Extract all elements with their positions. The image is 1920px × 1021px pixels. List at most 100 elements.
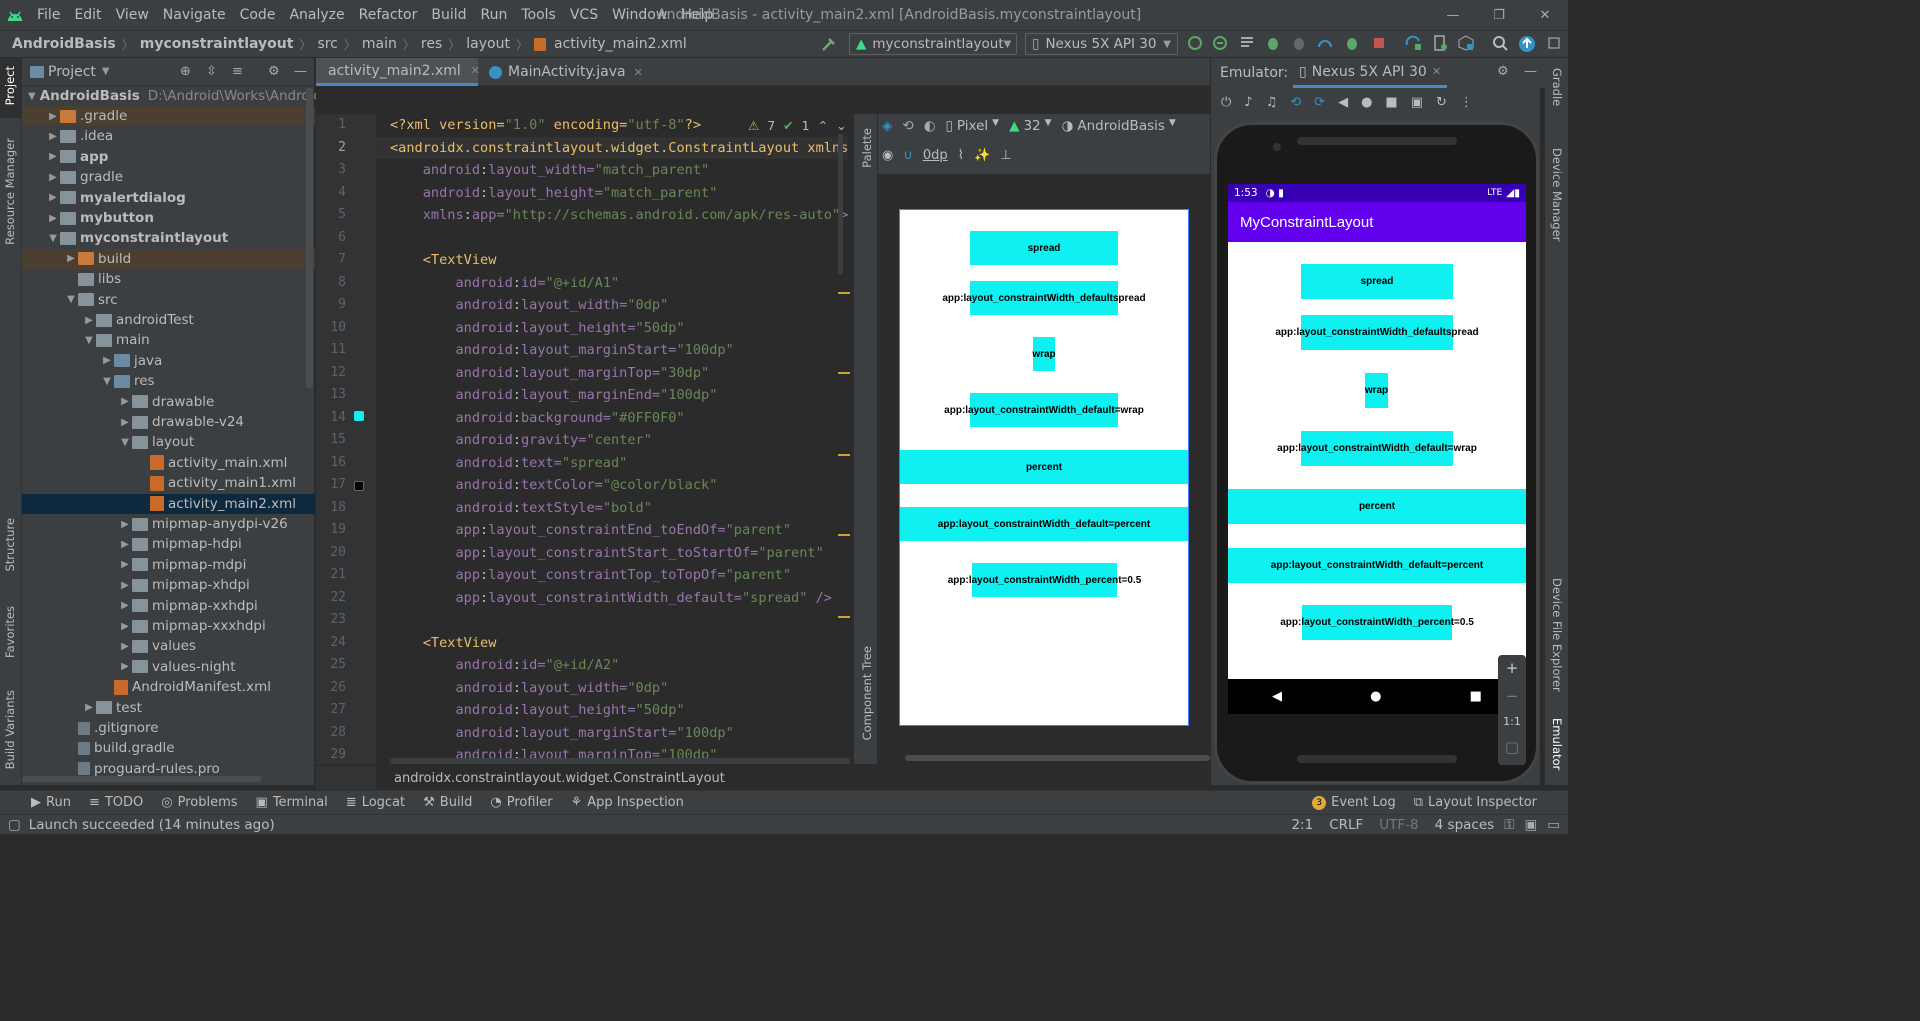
project-title[interactable]: Project — [48, 64, 96, 80]
recents-icon[interactable]: ■ — [1470, 689, 1482, 704]
tree-item[interactable]: ▶ .gradle — [22, 106, 315, 126]
tab-mainactivity[interactable]: MainActivity.java ✕ — [481, 58, 651, 86]
menu-edit[interactable]: Edit — [67, 0, 108, 30]
power-icon[interactable]: ⏻ — [1221, 95, 1231, 110]
tree-item-root[interactable]: ▼ AndroidBasis D:\Android\Works\Android — [22, 86, 322, 106]
tree-item[interactable]: activity_main1.xml — [22, 473, 315, 493]
arrow-up-icon[interactable]: ⌃ — [818, 118, 828, 133]
avd-manager-icon[interactable] — [1432, 35, 1450, 53]
menu-vcs[interactable]: VCS — [563, 0, 605, 30]
tree-item[interactable]: ▶ drawable — [22, 392, 315, 412]
attach-icon[interactable] — [1344, 35, 1362, 53]
chevron-right-icon[interactable]: ▶ — [118, 641, 132, 652]
tree-item[interactable]: ▶ drawable-v24 — [22, 412, 315, 432]
tree-item[interactable]: ▶ app — [22, 147, 315, 167]
chevron-right-icon[interactable]: ▶ — [46, 213, 60, 224]
gear-icon[interactable]: ⚙ — [268, 64, 280, 79]
tool-profiler[interactable]: ◔ Profiler — [481, 795, 561, 810]
phone-box-wrap[interactable]: wrap — [1365, 373, 1388, 408]
tree-item[interactable]: .gitignore — [22, 718, 315, 738]
breadcrumb-item[interactable]: layout — [462, 36, 514, 52]
attach-debugger-icon[interactable] — [1291, 35, 1309, 53]
chevron-right-icon[interactable]: ▶ — [46, 192, 60, 203]
phone-box-spread-default[interactable]: app:layout_constraintWidth_defaultspread — [1275, 315, 1479, 350]
color-preview-icon[interactable] — [354, 411, 364, 421]
xml-breadcrumb-item[interactable]: androidx.constraintlayout.widget.Constra… — [394, 771, 725, 786]
tree-item[interactable]: ▶ values — [22, 636, 315, 656]
editor-horizontal-scrollbar[interactable] — [390, 758, 850, 764]
tree-item[interactable]: ▶ myalertdialog — [22, 188, 315, 208]
breadcrumb-item[interactable]: res — [417, 36, 446, 52]
rotate-left-icon[interactable]: ⟲ — [1290, 95, 1301, 110]
hide-panel-icon[interactable]: — — [1524, 64, 1537, 79]
chevron-right-icon[interactable]: ▶ — [118, 580, 132, 591]
tree-item[interactable]: ▼ res — [22, 371, 315, 391]
chevron-right-icon[interactable]: ▶ — [118, 661, 132, 672]
tool-event-log[interactable]: 3 Event Log — [1303, 795, 1405, 810]
preview-box-spread[interactable]: spread — [970, 231, 1118, 265]
tool-layout-inspector[interactable]: ⧉ Layout Inspector — [1405, 795, 1546, 810]
tree-item[interactable]: build.gradle — [22, 738, 315, 758]
tab-build-variants[interactable]: Build Variants — [3, 690, 17, 769]
menu-build[interactable]: Build — [424, 0, 473, 30]
layers-icon[interactable]: ◈ — [882, 118, 892, 134]
more-icon[interactable]: ⋮ — [1460, 95, 1473, 110]
tree-item[interactable]: ▶ values-night — [22, 657, 315, 677]
tree-item[interactable]: ▶ gradle — [22, 167, 315, 187]
restore-icon[interactable]: ❐ — [1476, 0, 1522, 30]
tree-item[interactable]: libs — [22, 269, 315, 289]
camera-icon[interactable]: ▣ — [1411, 95, 1423, 110]
apply-changes-icon[interactable] — [1187, 35, 1205, 53]
tab-gradle[interactable]: Gradle — [1550, 68, 1564, 106]
line-separator[interactable]: CRLF — [1329, 817, 1363, 833]
zoom-in-icon[interactable]: + — [1506, 659, 1519, 677]
preview-box-spread-default[interactable]: app:layout_constraintWidth_defaultspread — [942, 281, 1146, 315]
preview-box-wrap[interactable]: wrap — [1032, 337, 1056, 371]
tree-item[interactable]: ▶ build — [22, 248, 315, 269]
tool-terminal[interactable]: ▣ Terminal — [247, 795, 337, 810]
device-selector[interactable]: ▯ Pixel ▼ — [945, 118, 999, 134]
tree-item[interactable]: ▶ test — [22, 698, 315, 718]
chevron-right-icon[interactable]: ▶ — [118, 539, 132, 550]
menu-code[interactable]: Code — [233, 0, 283, 30]
overflow-icon[interactable] — [1546, 35, 1564, 53]
menu-tools[interactable]: Tools — [514, 0, 563, 30]
tree-item[interactable]: activity_main2.xml — [22, 493, 315, 514]
preview-box-percent[interactable]: percent — [900, 450, 1188, 484]
phone-box-percent[interactable]: percent — [1228, 489, 1526, 524]
collapse-all-icon[interactable]: ≡ — [232, 64, 243, 79]
back-icon[interactable]: ◀ — [1272, 689, 1282, 704]
inspection-widget[interactable]: ⚠ 7 ✔ 1 ⌃ ⌄ — [748, 118, 847, 133]
tool-problems[interactable]: ◎ Problems — [152, 795, 246, 810]
chevron-right-icon[interactable]: ▶ — [118, 519, 132, 530]
rotate-right-icon[interactable]: ⟳ — [1314, 95, 1325, 110]
search-icon[interactable] — [1492, 35, 1510, 53]
clear-constraints-icon[interactable]: ⌇ — [958, 148, 964, 163]
breadcrumb-item[interactable]: AndroidBasis — [8, 36, 120, 52]
chevron-right-icon[interactable]: ▶ — [46, 111, 60, 122]
memory-icon[interactable]: ▣ — [1524, 817, 1537, 833]
device-dropdown[interactable]: ▯ Nexus 5X API 30 ▼ — [1025, 33, 1178, 55]
zoom-fit-icon[interactable]: ▢ — [1505, 738, 1519, 756]
overview-icon[interactable]: ■ — [1385, 95, 1397, 110]
tree-item[interactable]: ▶ mipmap-hdpi — [22, 534, 315, 554]
align-icon[interactable]: ⊥ — [1000, 148, 1011, 163]
tree-item[interactable]: ▶ mybutton — [22, 208, 315, 228]
menu-navigate[interactable]: Navigate — [156, 0, 233, 30]
expand-all-icon[interactable]: ⇳ — [206, 64, 217, 79]
vertical-scrollbar[interactable] — [306, 88, 313, 388]
tree-item[interactable]: ▼ main — [22, 330, 315, 350]
back-icon[interactable]: ◀ — [1338, 95, 1348, 110]
debug-icon[interactable] — [1265, 35, 1283, 53]
notifications-icon[interactable]: ▭ — [1547, 817, 1560, 833]
tab-structure[interactable]: Structure — [3, 518, 17, 572]
chevron-right-icon[interactable]: ▶ — [118, 559, 132, 570]
tree-item[interactable]: activity_main.xml — [22, 453, 315, 473]
run-config-dropdown[interactable]: ▲ myconstraintlayout ▼ — [849, 33, 1017, 55]
phone-box-percent-half[interactable]: app:layout_constraintWidth_percent=0.5 — [1280, 605, 1474, 640]
code-editor[interactable]: <?xml version="1.0" encoding="utf-8"?> <a… — [376, 114, 848, 764]
phone-box-spread[interactable]: spread — [1301, 264, 1453, 299]
hammer-icon[interactable] — [820, 36, 838, 54]
menu-analyze[interactable]: Analyze — [282, 0, 351, 30]
locate-icon[interactable]: ⊕ — [180, 64, 191, 79]
